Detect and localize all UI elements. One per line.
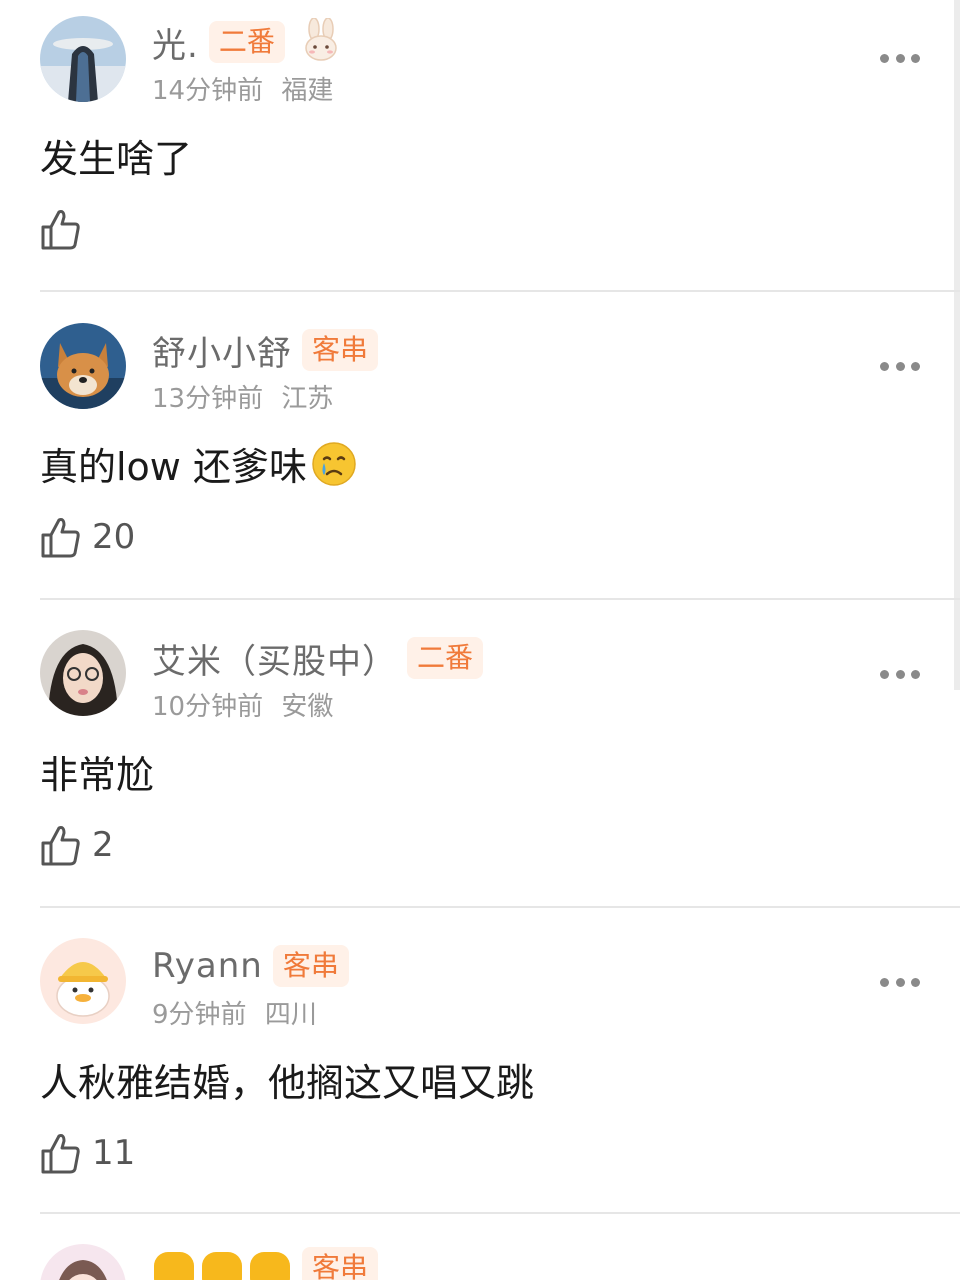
user-name-row: 光. 二番 (152, 17, 341, 67)
crying-face-icon (312, 441, 356, 486)
more-icon[interactable] (880, 664, 920, 684)
like-button[interactable] (40, 204, 92, 254)
comment-location: 福建 (281, 76, 334, 106)
user-name-row: 客串 (152, 1246, 379, 1280)
thumbs-up-icon (41, 826, 80, 866)
divider (40, 290, 960, 292)
comment-text-content: 人秋雅结婚，他搁这又唱又跳 (40, 1061, 535, 1105)
user-badge: 二番 (407, 637, 484, 679)
avatar[interactable] (40, 16, 126, 102)
user-name-row: 艾米（买股中） 二番 (152, 634, 484, 683)
comment-location: 江苏 (281, 384, 334, 414)
like-count: 2 (92, 825, 114, 865)
comment-text-content: 非常尬 (40, 753, 155, 797)
more-icon[interactable] (880, 972, 920, 992)
bunny-icon (301, 17, 341, 66)
username[interactable]: 舒小小舒 (152, 326, 292, 375)
like-count: 20 (92, 517, 136, 557)
comment-text: 非常尬 (40, 744, 154, 799)
user-badge: 二番 (208, 21, 285, 63)
comment-text: 人秋雅结婚，他搁这又唱又跳 (40, 1052, 534, 1107)
comment-time: 10分钟前 (152, 692, 264, 722)
hand-icon (152, 1246, 292, 1280)
like-button[interactable]: 2 (40, 820, 114, 870)
comment-text: 发生啥了 (40, 128, 192, 183)
comment-location: 四川 (264, 1000, 317, 1030)
comment-feed: 光. 二番 14分钟前 福建 发生啥了 舒小小舒 客串 13分钟前 江苏 真的l… (0, 0, 960, 1280)
comment-meta: 10分钟前 安徽 (152, 686, 333, 723)
thumbs-up-icon (41, 518, 80, 558)
divider (40, 906, 960, 908)
comment-text: 真的low 还爹味 (40, 436, 357, 491)
user-name-row: 舒小小舒 客串 (152, 326, 379, 375)
like-button[interactable]: 20 (40, 512, 135, 562)
avatar[interactable] (40, 938, 126, 1024)
avatar[interactable] (40, 630, 126, 716)
comment-meta: 13分钟前 江苏 (152, 378, 333, 415)
avatar[interactable] (40, 1244, 126, 1280)
comment-location: 安徽 (281, 692, 334, 722)
comment-time: 13分钟前 (152, 384, 264, 414)
thumbs-up-icon (41, 1134, 80, 1174)
user-badge: 客串 (302, 329, 379, 371)
user-name-row: Ryann 客串 (152, 944, 349, 988)
scrollbar[interactable] (954, 0, 960, 690)
avatar[interactable] (40, 323, 126, 409)
divider (40, 1212, 960, 1214)
comment-text-content: 发生啥了 (40, 137, 193, 181)
like-count: 11 (92, 1133, 136, 1173)
comment-time: 14分钟前 (152, 76, 264, 106)
comment-meta: 9分钟前 四川 (152, 994, 317, 1031)
user-badge: 客串 (272, 945, 349, 987)
like-button[interactable]: 11 (40, 1128, 135, 1178)
comment-text-content: 真的low 还爹味 (40, 445, 307, 489)
username[interactable]: Ryann (152, 946, 263, 986)
comment-time: 9分钟前 (152, 1000, 247, 1030)
divider (40, 598, 960, 600)
user-badge: 客串 (302, 1247, 379, 1280)
comment-item: 客串 (0, 1230, 960, 1280)
thumbs-up-icon (41, 210, 80, 250)
comment-meta: 14分钟前 福建 (152, 70, 333, 107)
more-icon[interactable] (880, 48, 920, 68)
username[interactable]: 光. (152, 18, 199, 67)
username[interactable]: 艾米（买股中） (152, 634, 397, 683)
more-icon[interactable] (880, 356, 920, 376)
